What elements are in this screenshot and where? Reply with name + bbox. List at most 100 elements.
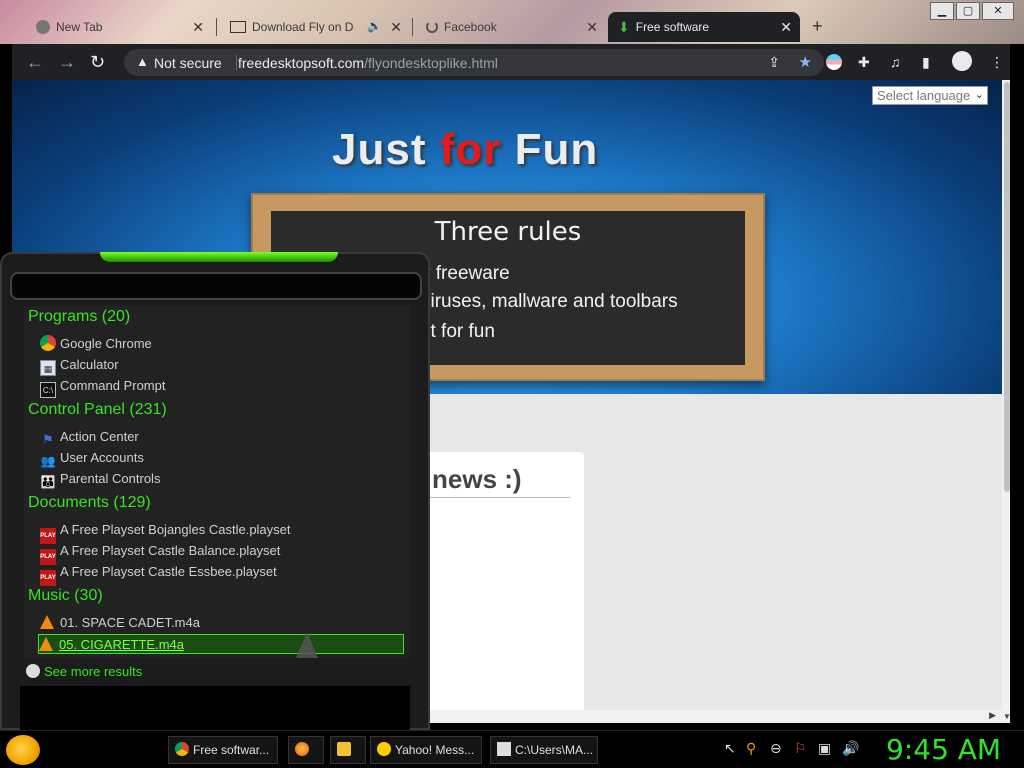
tray-app-icon[interactable]: ⊖ xyxy=(770,740,782,757)
taskbar-item-explorer[interactable] xyxy=(330,736,366,764)
playset-file-icon: PLAY xyxy=(40,570,56,586)
close-icon[interactable]: ✕ xyxy=(390,19,402,36)
tab-strip: New Tab ✕ Download Fly on D 🔊 ✕ Facebook… xyxy=(0,0,1024,44)
start-orb-icon[interactable] xyxy=(6,735,40,765)
chrome-icon xyxy=(40,335,56,351)
result-label: User Accounts xyxy=(60,450,144,465)
launcher-glow xyxy=(100,252,338,262)
result-music-selected[interactable]: 05. CIGARETTE.m4a xyxy=(38,634,404,654)
result-google-chrome[interactable]: Google Chrome xyxy=(40,334,406,354)
tab-new-tab[interactable]: New Tab ✕ xyxy=(26,12,212,42)
tab-label: Facebook xyxy=(444,20,497,34)
action-center-icon[interactable]: ▣ xyxy=(818,740,831,757)
result-action-center[interactable]: ⚑ Action Center xyxy=(40,427,406,447)
extensions-puzzle-icon[interactable]: ✚ xyxy=(858,54,870,71)
result-user-accounts[interactable]: 👥 User Accounts xyxy=(40,448,406,468)
download-arrow-icon: ⬇ xyxy=(618,18,630,35)
close-icon[interactable]: ✕ xyxy=(780,19,792,36)
taskbar-item-7zip[interactable]: C:\Users\MA... xyxy=(490,736,598,764)
result-document[interactable]: PLAY A Free Playset Castle Essbee.playset xyxy=(40,562,406,586)
result-calculator[interactable]: ▦ Calculator xyxy=(40,355,406,376)
taskbar-item-firefox[interactable] xyxy=(288,736,324,764)
minimize-button[interactable]: ▁ xyxy=(930,2,954,20)
speaker-icon[interactable]: 🔊 xyxy=(367,19,382,33)
chevron-down-icon: ⌄ xyxy=(974,89,984,101)
menu-kebab-icon[interactable]: ⋮ xyxy=(990,54,1004,71)
chrome-icon xyxy=(175,742,189,756)
result-document[interactable]: PLAY A Free Playset Bojangles Castle.play… xyxy=(40,520,406,544)
tab-free-software[interactable]: ⬇ Free software ✕ xyxy=(608,12,800,42)
share-icon[interactable]: ⇪ xyxy=(768,54,780,71)
taskbar-item-label: C:\Users\MA... xyxy=(515,743,594,757)
users-icon: 👥 xyxy=(40,454,56,468)
close-icon[interactable]: ✕ xyxy=(586,19,598,36)
taskbar-item-label: Yahoo! Mess... xyxy=(395,743,475,757)
network-error-icon[interactable]: ⚐ xyxy=(794,740,807,757)
vertical-scrollbar[interactable]: ▼ xyxy=(1002,80,1010,723)
mouse-cursor-icon xyxy=(296,632,318,658)
profile-avatar-icon[interactable] xyxy=(952,51,972,74)
7zip-icon xyxy=(497,742,511,756)
maximize-button[interactable]: ▢ xyxy=(956,2,980,20)
result-label: A Free Playset Castle Balance.playset xyxy=(60,543,281,558)
scroll-down-arrow-icon[interactable]: ▼ xyxy=(1003,712,1010,721)
reload-icon[interactable]: ↻ xyxy=(90,52,105,73)
see-more-results-link[interactable]: See more results xyxy=(26,664,142,679)
url-text[interactable]: freedesktopsoft.com/flyondesktoplike.htm… xyxy=(238,55,498,71)
scrollbar-thumb[interactable] xyxy=(1004,82,1010,492)
category-documents[interactable]: Documents (129) xyxy=(28,494,151,512)
command-prompt-icon: C:\ xyxy=(40,382,56,398)
chrome-icon xyxy=(36,20,50,34)
taskbar-item-yahoo[interactable]: Yahoo! Mess... xyxy=(370,736,482,764)
category-control-panel[interactable]: Control Panel (231) xyxy=(28,401,167,419)
title-word-just: Just xyxy=(332,125,427,174)
tray-arrow-icon[interactable]: ↖ xyxy=(724,740,736,757)
result-label: Action Center xyxy=(60,429,139,444)
rule-line: y freeware xyxy=(421,263,510,284)
taskbar-clock[interactable]: 9:45 AM xyxy=(886,733,1001,766)
warning-icon: ▲ xyxy=(136,54,149,69)
tab-facebook[interactable]: Facebook ✕ xyxy=(416,12,606,42)
security-status[interactable]: Not secure xyxy=(154,55,222,71)
result-label: Parental Controls xyxy=(60,471,161,486)
page-title: Just for Fun xyxy=(332,125,598,175)
result-label: 01. SPACE CADET.m4a xyxy=(60,615,200,630)
search-icon[interactable]: ⚲ xyxy=(746,740,756,757)
close-icon[interactable]: ✕ xyxy=(192,19,204,36)
divider xyxy=(236,55,237,70)
back-arrow-icon[interactable]: ← xyxy=(26,52,44,73)
browser-toolbar: ← → ↻ ▲ Not secure freedesktopsoft.com/f… xyxy=(12,44,1010,80)
launcher-search-input[interactable] xyxy=(10,272,422,300)
result-parental-controls[interactable]: 👪 Parental Controls xyxy=(40,469,406,489)
language-select[interactable]: Select language ⌄ xyxy=(872,86,988,105)
tab-label: Free software xyxy=(635,20,710,34)
tab-download-fly[interactable]: Download Fly on D 🔊 ✕ xyxy=(220,12,410,42)
result-label: Command Prompt xyxy=(60,378,166,393)
result-label: 05. CIGARETTE.m4a xyxy=(59,637,184,652)
result-label: A Free Playset Castle Essbee.playset xyxy=(60,564,277,579)
forward-arrow-icon[interactable]: → xyxy=(58,52,76,73)
category-music[interactable]: Music (30) xyxy=(28,587,103,605)
result-music[interactable]: 01. SPACE CADET.m4a xyxy=(40,613,406,633)
new-tab-button[interactable]: + xyxy=(812,16,823,37)
result-label: A Free Playset Bojangles Castle.playset xyxy=(60,522,291,537)
taskbar-item-chrome[interactable]: Free softwar... xyxy=(168,736,278,764)
close-window-button[interactable]: ✕ xyxy=(982,2,1014,20)
rule-line: viruses, mallware and toolbars xyxy=(421,291,678,312)
category-programs[interactable]: Programs (20) xyxy=(28,308,130,326)
scroll-right-arrow-icon[interactable]: ▶ xyxy=(989,710,996,721)
rules-title: Three rules xyxy=(434,217,582,247)
extension-flag-icon[interactable] xyxy=(826,54,842,73)
parental-controls-icon: 👪 xyxy=(40,475,56,489)
tab-separator xyxy=(216,18,217,36)
address-bar[interactable]: ▲ Not secure freedesktopsoft.com/flyonde… xyxy=(124,49,824,76)
bookmark-star-icon[interactable]: ★ xyxy=(799,53,812,71)
media-control-icon[interactable]: ♫ xyxy=(890,54,901,70)
result-document[interactable]: PLAY A Free Playset Castle Balance.playse… xyxy=(40,541,406,565)
side-panel-icon[interactable]: ▮ xyxy=(922,54,930,71)
vlc-cone-icon xyxy=(39,637,53,651)
result-command-prompt[interactable]: C:\ Command Prompt xyxy=(40,376,406,398)
volume-icon[interactable]: 🔊 xyxy=(842,740,859,757)
news-card: news :) xyxy=(416,452,584,723)
rule-line: st for fun xyxy=(421,321,495,342)
